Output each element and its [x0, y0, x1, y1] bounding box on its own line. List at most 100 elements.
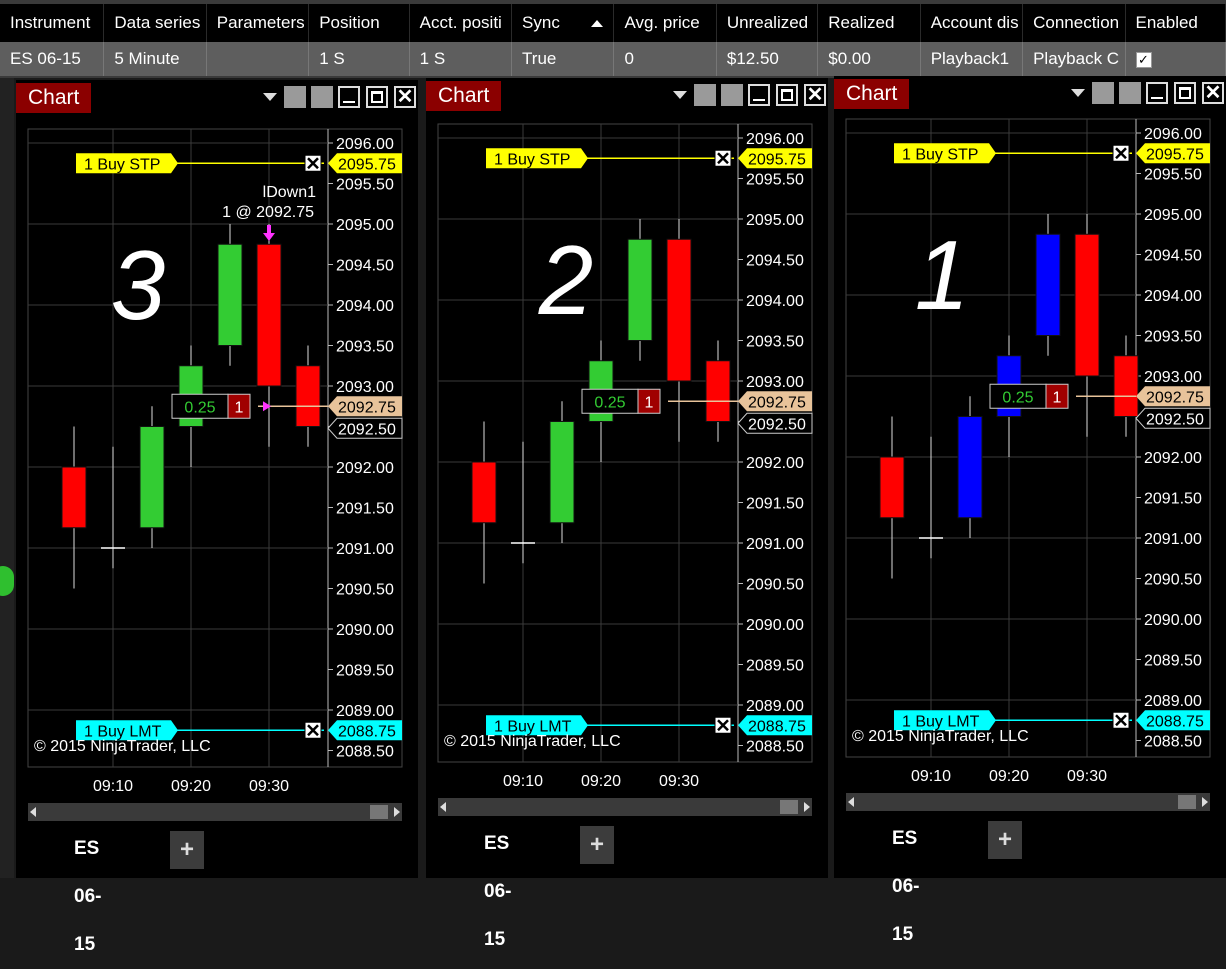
- y-tick-label: 2089.00: [746, 698, 804, 715]
- add-tab-button[interactable]: +: [580, 826, 614, 864]
- col-header-account[interactable]: Account dis: [921, 4, 1024, 42]
- cancel-order-icon[interactable]: [714, 149, 732, 167]
- last-price-marker: 2092.75: [1136, 386, 1210, 407]
- cell-value: 1 S: [419, 49, 446, 68]
- col-header-enabled[interactable]: Enabled: [1126, 4, 1226, 42]
- cell-instrument: ES 06-15: [0, 42, 105, 76]
- col-header-instrument[interactable]: Instrument: [0, 4, 105, 42]
- price-chart[interactable]: 2096.00 2095.50 2095.00 2094.50 2094.00 2093.…: [426, 78, 828, 878]
- chart-window-1[interactable]: Chart ✕ 2096.00 2095.50 2095.00 2094.50 2094.0…: [16, 80, 418, 955]
- position-marker[interactable]: 0.25 1: [989, 383, 1069, 409]
- scroll-left-icon[interactable]: [30, 807, 36, 817]
- cell-data-series: 5 Minute: [104, 42, 207, 76]
- col-header-sync[interactable]: Sync: [512, 4, 615, 42]
- col-header-position[interactable]: Position: [309, 4, 410, 42]
- col-header-label: Data series: [114, 13, 201, 32]
- candle: [471, 421, 497, 584]
- position-marker[interactable]: 0.25 1: [581, 388, 661, 414]
- cell-value: ES 06-15: [10, 49, 81, 68]
- candle: [666, 219, 692, 442]
- col-header-data-series[interactable]: Data series: [104, 4, 207, 42]
- scroll-left-icon[interactable]: [848, 797, 854, 807]
- cancel-order-icon[interactable]: [304, 721, 322, 739]
- chart-window-2[interactable]: Chart ✕ 2096.00 2095.50 2095.00 2094.50 2094.0…: [426, 78, 828, 950]
- y-tick-label: 2095.00: [746, 212, 804, 229]
- candle: [1113, 335, 1139, 437]
- scroll-thumb[interactable]: [1178, 795, 1196, 809]
- buy-stop-order-line[interactable]: 1 Buy STP 2095.75: [894, 143, 1210, 164]
- ask-price-marker: 2092.50: [1135, 407, 1211, 429]
- cancel-order-icon[interactable]: [1112, 144, 1130, 162]
- status-indicator-icon: [0, 566, 14, 596]
- col-header-label: Realized: [828, 13, 895, 32]
- cell-acct-position: 1 S: [410, 42, 513, 76]
- horizontal-scrollbar[interactable]: [28, 803, 402, 821]
- y-tick-label: 2093.50: [1144, 329, 1202, 346]
- col-header-label: Position: [319, 13, 380, 32]
- candle: [217, 224, 243, 366]
- cancel-order-icon[interactable]: [304, 154, 322, 172]
- x-tick-label: 09:30: [249, 778, 289, 795]
- y-tick-label: 2091.00: [336, 541, 394, 558]
- svg-text:2092.50: 2092.50: [1146, 411, 1204, 428]
- enabled-checkbox[interactable]: ✓: [1135, 51, 1152, 68]
- cancel-order-icon[interactable]: [1112, 711, 1130, 729]
- tab-instrument[interactable]: ES 06-15: [468, 820, 528, 950]
- col-header-label: Enabled: [1135, 13, 1198, 32]
- y-tick-label: 2093.00: [1144, 369, 1202, 386]
- y-tick-label: 2091.50: [1144, 491, 1202, 508]
- tab-instrument[interactable]: ES 06-15: [58, 825, 118, 955]
- scroll-right-icon[interactable]: [804, 802, 810, 812]
- col-header-realized[interactable]: Realized: [818, 4, 921, 42]
- candle: [101, 446, 125, 569]
- candle: [511, 441, 535, 564]
- cancel-order-icon[interactable]: [714, 716, 732, 734]
- buy-stop-order-line[interactable]: 1 Buy STP 2095.75: [486, 148, 812, 169]
- col-header-connection[interactable]: Connection: [1023, 4, 1126, 42]
- col-header-unrealized[interactable]: Unrealized: [717, 4, 819, 42]
- price-chart[interactable]: 2096.00 2095.50 2095.00 2094.50 2094.00 2093.…: [834, 76, 1226, 878]
- scroll-right-icon[interactable]: [394, 807, 400, 817]
- position-marker[interactable]: 0.25 1: [171, 393, 251, 419]
- col-header-avg-price[interactable]: Avg. price: [614, 4, 717, 42]
- y-tick-label: 2094.00: [1144, 288, 1202, 305]
- y-tick-label: 2089.00: [1144, 693, 1202, 710]
- scroll-left-icon[interactable]: [440, 802, 446, 812]
- order-price: 2095.75: [338, 156, 396, 173]
- col-header-label: Acct. positi: [419, 13, 502, 32]
- sort-ascending-icon: [591, 20, 604, 27]
- scroll-thumb[interactable]: [780, 800, 798, 814]
- scroll-thumb[interactable]: [370, 805, 388, 819]
- copyright-text: © 2015 NinjaTrader, LLC: [852, 728, 1029, 745]
- cell-value: $0.00: [828, 49, 871, 68]
- scroll-right-icon[interactable]: [1202, 797, 1208, 807]
- order-price: 2088.75: [1146, 713, 1204, 730]
- col-header-acct-position[interactable]: Acct. positi: [410, 4, 513, 42]
- cell-enabled[interactable]: ✓: [1126, 42, 1226, 76]
- chart-window-3[interactable]: Chart ✕ 2096.00 2095.50 2095.00 2094.50 2094.0…: [834, 76, 1226, 945]
- cell-realized: $0.00: [818, 42, 921, 76]
- order-price: 2088.75: [748, 718, 806, 735]
- col-header-parameters[interactable]: Parameters: [207, 4, 310, 42]
- add-tab-button[interactable]: +: [988, 821, 1022, 859]
- buy-stop-order-line[interactable]: 1 Buy STP 2095.75: [76, 153, 402, 174]
- y-tick-label: 2095.50: [746, 172, 804, 189]
- cell-sync: True: [512, 42, 615, 76]
- horizontal-scrollbar[interactable]: [846, 793, 1210, 811]
- handwritten-number: 1: [915, 220, 970, 330]
- cell-unrealized: $12.50: [717, 42, 819, 76]
- horizontal-scrollbar[interactable]: [438, 798, 812, 816]
- x-tick-label: 09:10: [93, 778, 133, 795]
- svg-text:0.25: 0.25: [1002, 389, 1033, 406]
- grid-data-row[interactable]: ES 06-15 5 Minute 1 S 1 S True 0 $12.50 $0.00 Pl…: [0, 42, 1226, 76]
- svg-text:2092.75: 2092.75: [338, 399, 396, 416]
- svg-text:2092.50: 2092.50: [748, 416, 806, 433]
- add-tab-button[interactable]: +: [170, 831, 204, 869]
- cell-connection: Playback C: [1023, 42, 1126, 76]
- y-tick-label: 2091.50: [746, 496, 804, 513]
- price-chart[interactable]: 2096.00 2095.50 2095.00 2094.50 2094.00 2093.…: [16, 80, 418, 878]
- y-tick-label: 2089.00: [336, 703, 394, 720]
- handwritten-number: 3: [111, 230, 166, 340]
- candle: [549, 401, 575, 543]
- tab-instrument[interactable]: ES 06-15: [876, 815, 936, 945]
